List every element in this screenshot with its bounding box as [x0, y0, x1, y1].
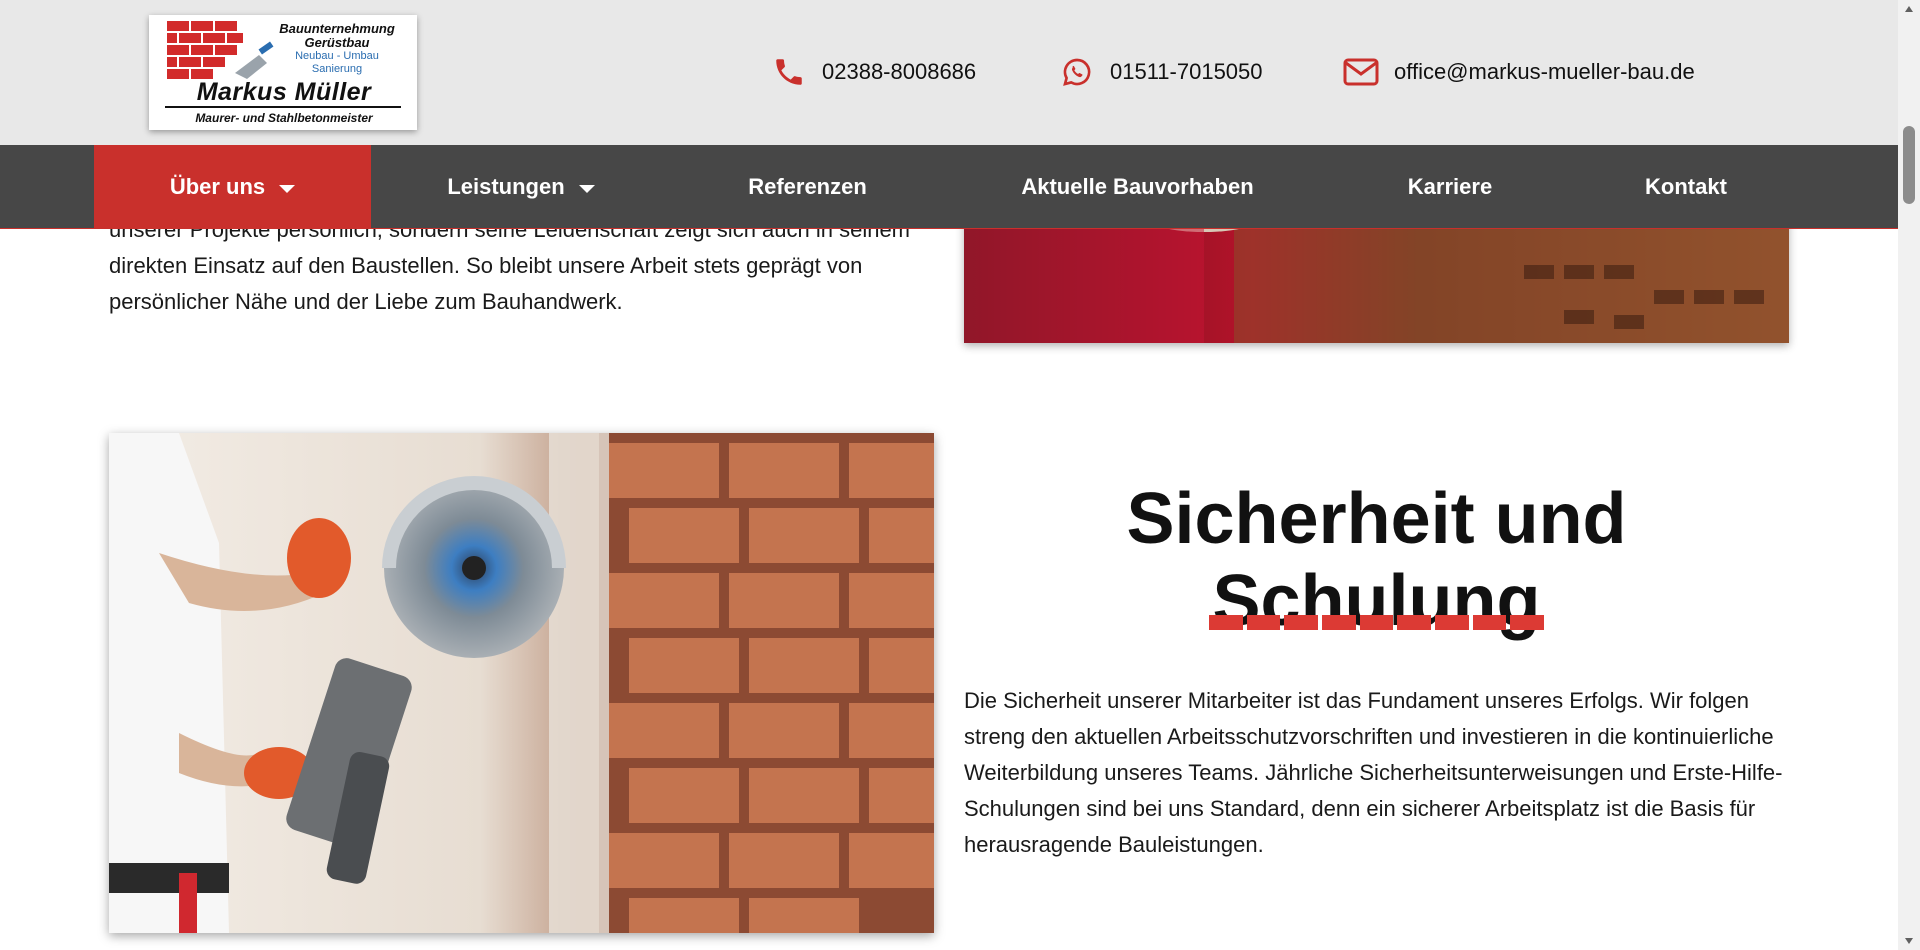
- nav-label-referenzen: Referenzen: [748, 174, 867, 199]
- phone-icon: [770, 53, 808, 91]
- scroll-up-arrow-icon[interactable]: [1898, 0, 1920, 18]
- worker-angle-grinder-photo: [109, 433, 934, 933]
- heading-divider: [1209, 615, 1545, 630]
- envelope-icon: [1342, 53, 1380, 91]
- nav-item-karriere[interactable]: Karriere: [1331, 145, 1569, 229]
- logo-subtitle: Maurer- und Stahlbetonmeister: [195, 111, 373, 125]
- scrollbar-thumb[interactable]: [1903, 126, 1915, 204]
- nav-label-aktuelle-bauvorhaben: Aktuelle Bauvorhaben: [1021, 174, 1254, 199]
- nav-item-referenzen[interactable]: Referenzen: [671, 145, 944, 229]
- chevron-down-icon: [578, 184, 595, 193]
- nav-item-aktuelle-bauvorhaben[interactable]: Aktuelle Bauvorhaben: [944, 145, 1331, 229]
- safety-paragraph: Die Sicherheit unserer Mitarbeiter ist d…: [964, 688, 1783, 857]
- logo-company-name: Markus Müller: [196, 78, 372, 106]
- nav-item-kontakt[interactable]: Kontakt: [1569, 145, 1803, 229]
- page-scrollbar[interactable]: [1898, 0, 1920, 950]
- whatsapp-number[interactable]: 01511-7015050: [1110, 59, 1263, 85]
- site-header: Bauunternehmung Gerüstbau Neubau - Umbau…: [0, 0, 1898, 145]
- logo-line-1: Bauunternehmung: [279, 21, 395, 36]
- chevron-down-icon: [279, 184, 296, 193]
- scroll-down-arrow-icon[interactable]: [1898, 932, 1920, 950]
- whatsapp-icon: [1058, 53, 1096, 91]
- nav-label-kontakt: Kontakt: [1645, 174, 1727, 199]
- company-logo[interactable]: Bauunternehmung Gerüstbau Neubau - Umbau…: [149, 15, 417, 130]
- email-address[interactable]: office@markus-mueller-bau.de: [1394, 59, 1695, 85]
- nav-label-leistungen: Leistungen: [447, 174, 565, 199]
- logo-rule: [165, 106, 401, 108]
- nav-label-karriere: Karriere: [1407, 174, 1493, 199]
- nav-item-ueber-uns[interactable]: Über uns: [94, 145, 371, 229]
- main-navigation: Über uns Leistungen Referenzen Aktuelle …: [0, 145, 1898, 229]
- logo-line-2: Gerüstbau: [304, 35, 370, 50]
- contact-email[interactable]: office@markus-mueller-bau.de: [1342, 52, 1695, 92]
- logo-line-3: Neubau - Umbau: [295, 50, 379, 62]
- phone-number[interactable]: 02388-8008686: [822, 59, 976, 85]
- nav-label-ueber-uns: Über uns: [169, 174, 266, 199]
- contact-whatsapp[interactable]: 01511-7015050: [1058, 52, 1263, 92]
- contact-phone[interactable]: 02388-8008686: [770, 52, 976, 92]
- nav-item-leistungen[interactable]: Leistungen: [371, 145, 671, 229]
- logo-line-4: Sanierung: [311, 63, 363, 75]
